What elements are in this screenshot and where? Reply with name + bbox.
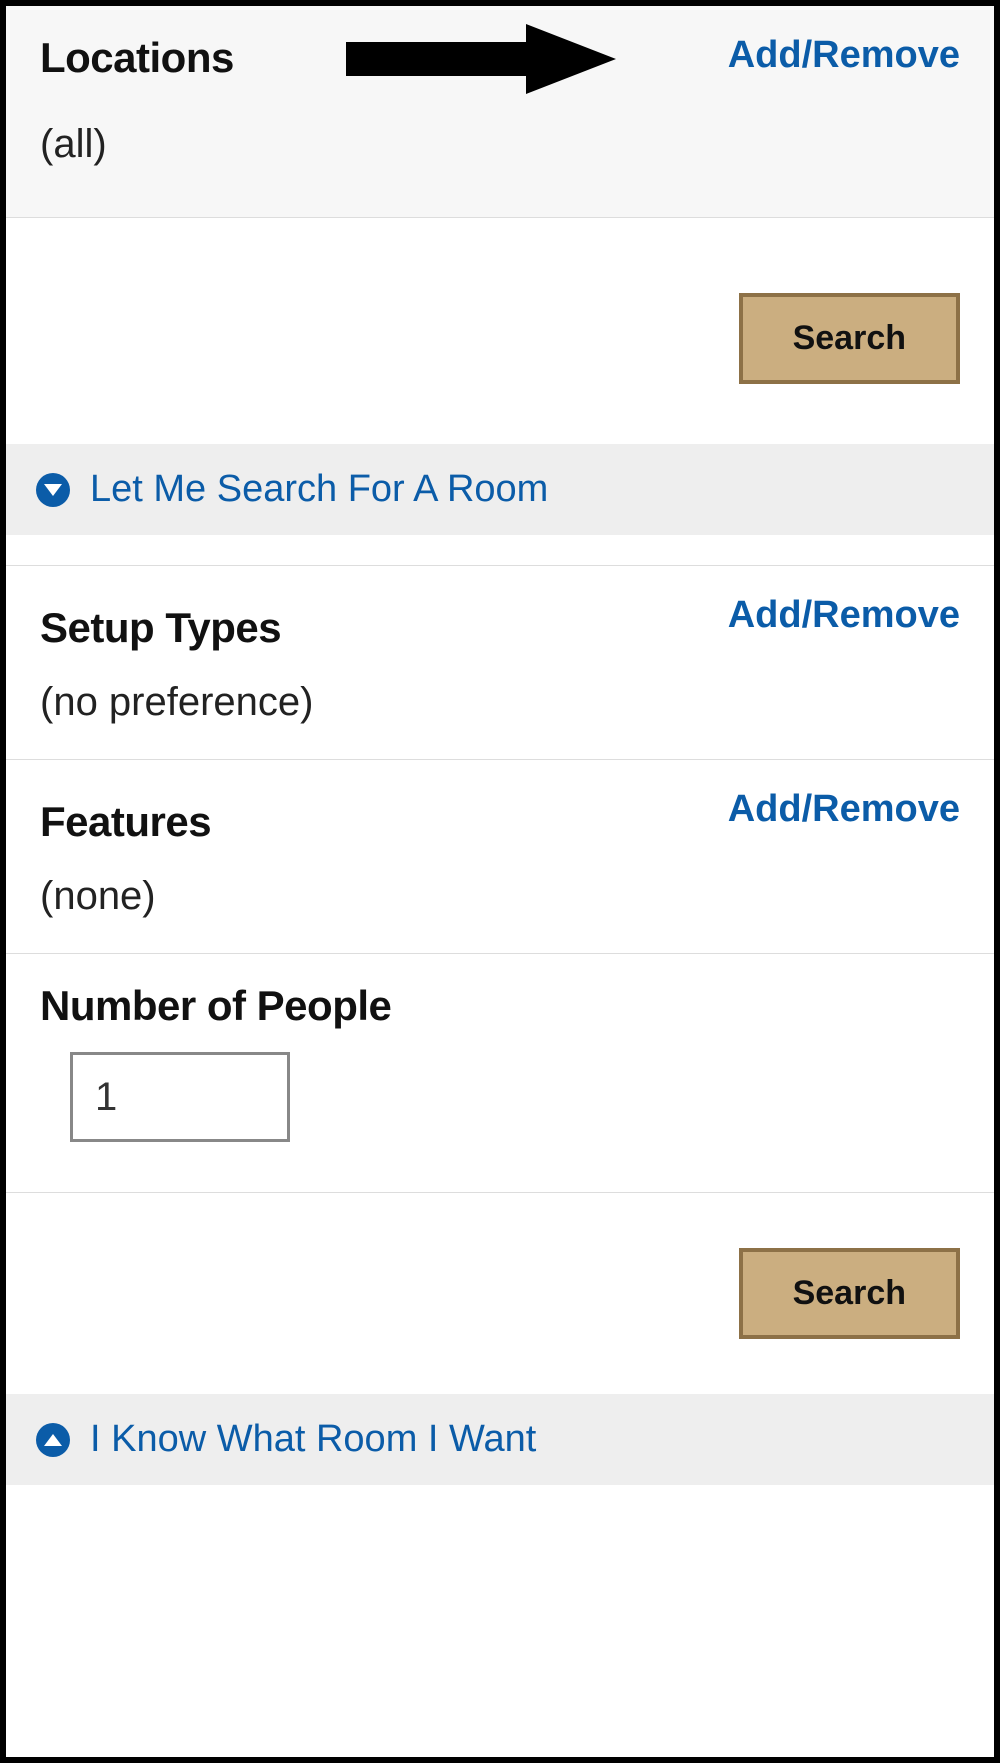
collapse-know-room-title: I Know What Room I Want [90, 1418, 536, 1461]
locations-header-row: Locations Add/Remove [40, 34, 960, 94]
features-heading: Features [40, 798, 211, 846]
setup-types-header-row: Setup Types Add/Remove [40, 594, 960, 652]
locations-add-remove-link[interactable]: Add/Remove [728, 34, 960, 77]
chevron-down-icon [36, 473, 70, 507]
separator [6, 535, 994, 565]
collapse-search-room-title: Let Me Search For A Room [90, 468, 548, 511]
number-of-people-input[interactable] [70, 1052, 290, 1142]
setup-types-value: (no preference) [40, 680, 960, 725]
search-row-2: Search [6, 1193, 994, 1394]
collapse-know-room[interactable]: I Know What Room I Want [6, 1394, 994, 1485]
collapse-search-room[interactable]: Let Me Search For A Room [6, 444, 994, 535]
search-row-1: Search [6, 218, 994, 444]
setup-types-add-remove-link[interactable]: Add/Remove [728, 594, 960, 637]
setup-types-section: Setup Types Add/Remove (no preference) [6, 565, 994, 760]
locations-heading-wrap: Locations [40, 34, 234, 82]
locations-section: Locations Add/Remove (all) [6, 6, 994, 218]
number-of-people-section: Number of People [6, 954, 994, 1193]
arrow-icon [346, 24, 616, 94]
form-panel: Locations Add/Remove (all) Search Let Me… [0, 0, 1000, 1763]
features-add-remove-link[interactable]: Add/Remove [728, 788, 960, 831]
setup-types-heading: Setup Types [40, 604, 281, 652]
search-button[interactable]: Search [739, 293, 960, 384]
features-value: (none) [40, 874, 960, 919]
number-of-people-heading: Number of People [40, 982, 960, 1030]
features-section: Features Add/Remove (none) [6, 760, 994, 954]
chevron-up-icon [36, 1423, 70, 1457]
locations-value: (all) [40, 122, 960, 167]
locations-heading: Locations [40, 34, 234, 82]
search-button-2[interactable]: Search [739, 1248, 960, 1339]
features-header-row: Features Add/Remove [40, 788, 960, 846]
